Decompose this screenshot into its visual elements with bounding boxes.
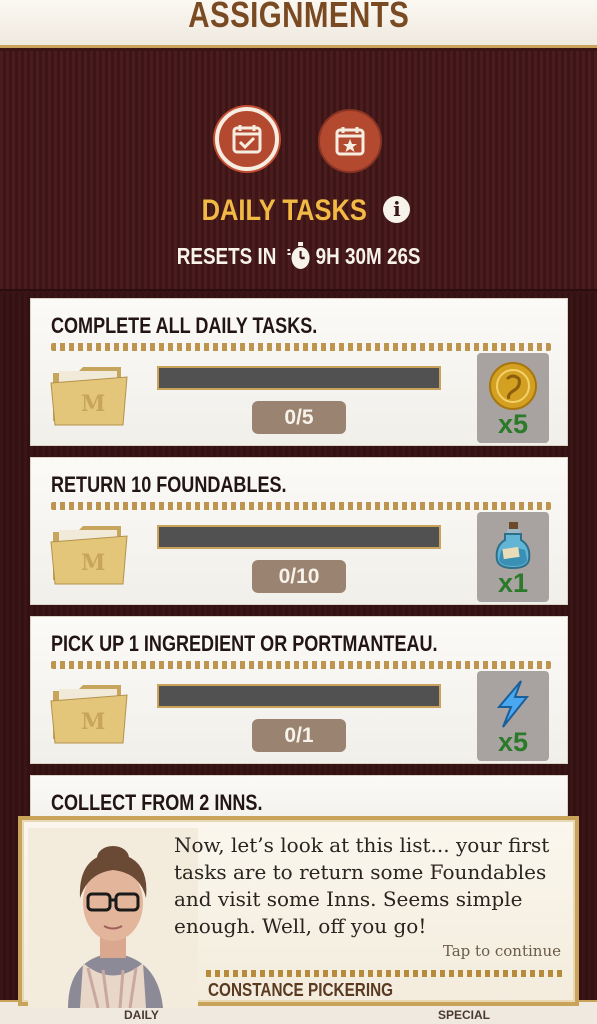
task-card[interactable]: COMPLETE ALL DAILY TASKS. M 0/5 x5 (30, 298, 568, 446)
folder-icon: M (50, 526, 128, 585)
reward-quantity: x5 (497, 727, 529, 757)
calendar-star-icon (335, 127, 365, 156)
gold-coin-icon (489, 362, 537, 410)
progress-count: 0/5 (252, 401, 346, 434)
star-divider (51, 502, 551, 510)
resets-label: RESETS IN (176, 242, 277, 269)
task-title: COLLECT FROM 2 INNS. (51, 790, 263, 815)
assignments-header: DAILY TASKS i RESETS IN 9H 30M 26S (0, 51, 597, 291)
task-title: RETURN 10 FOUNDABLES. (51, 472, 287, 497)
svg-text:M: M (81, 391, 105, 417)
task-card[interactable]: PICK UP 1 INGREDIENT OR PORTMANTEAU. M 0… (30, 616, 568, 764)
folder-icon: M (50, 367, 128, 426)
dialog-text: Now, let’s look at this list... your fir… (174, 833, 550, 938)
tap-to-continue[interactable]: Tap to continue (443, 942, 561, 960)
task-title: COMPLETE ALL DAILY TASKS. (51, 313, 318, 338)
reset-timer: 9H 30M 26S (315, 242, 421, 269)
nav-special[interactable]: SPECIAL (438, 1008, 490, 1022)
progress-bar (157, 525, 441, 549)
potion-bottle-icon (495, 522, 531, 570)
progress-bar (157, 684, 441, 708)
tab-daily[interactable] (215, 107, 279, 171)
character-portrait (28, 828, 198, 1008)
progress-bar (157, 366, 441, 390)
calendar-check-icon (232, 125, 262, 154)
progress-count: 0/10 (252, 560, 346, 593)
folder-icon: M (50, 685, 128, 744)
info-icon[interactable]: i (383, 196, 411, 223)
svg-text:M: M (81, 709, 105, 735)
reward-box[interactable]: x5 (477, 671, 549, 761)
svg-text:M: M (81, 550, 105, 576)
page-title: ASSIGNMENTS (187, 0, 410, 35)
progress-count: 0/1 (252, 719, 346, 752)
stopwatch-icon (287, 242, 310, 269)
tab-special[interactable] (318, 109, 382, 173)
top-bar: ASSIGNMENTS (0, 0, 597, 48)
star-divider (51, 343, 551, 351)
reward-box[interactable]: x1 (477, 512, 549, 602)
task-card[interactable]: RETURN 10 FOUNDABLES. M 0/10 x1 (30, 457, 568, 605)
task-title: PICK UP 1 INGREDIENT OR PORTMANTEAU. (51, 631, 438, 656)
daily-tasks-heading: DAILY TASKS i (0, 194, 597, 228)
reward-quantity: x5 (497, 409, 529, 439)
section-title: DAILY TASKS (201, 194, 367, 227)
reward-box[interactable]: x5 (477, 353, 549, 443)
character-dialog[interactable]: Now, let’s look at this list... your fir… (18, 816, 579, 1008)
star-divider (206, 970, 562, 977)
spell-energy-icon (496, 680, 530, 728)
speaker-name: CONSTANCE PICKERING (208, 980, 394, 1000)
star-divider (51, 661, 551, 669)
reset-countdown: RESETS IN 9H 30M 26S (0, 240, 597, 272)
reward-quantity: x1 (497, 568, 529, 598)
nav-daily[interactable]: DAILY (124, 1008, 159, 1022)
